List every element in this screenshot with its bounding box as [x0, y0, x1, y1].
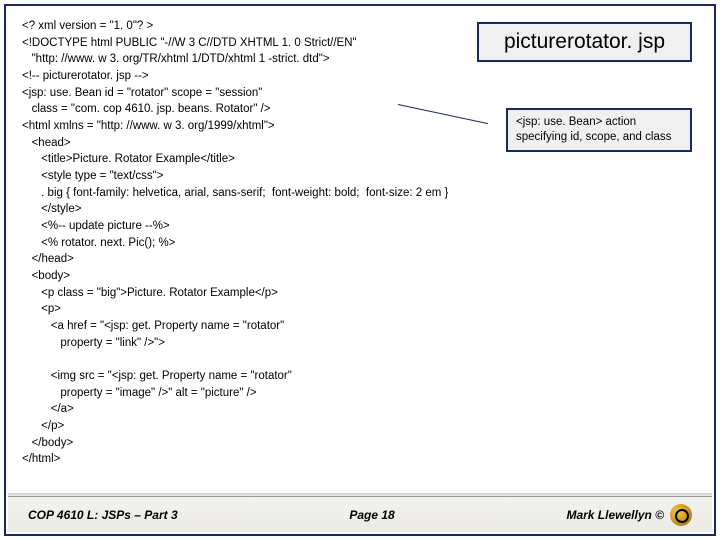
code-text: <? xml version = "1. 0"? > <!DOCTYPE htm…	[22, 18, 698, 468]
title-text: picturerotator. jsp	[504, 30, 665, 54]
code-block: <? xml version = "1. 0"? > <!DOCTYPE htm…	[22, 18, 698, 468]
footer-course: COP 4610 L: JSPs – Part 3	[28, 508, 178, 522]
footer-page: Page 18	[349, 508, 394, 522]
footer-author: Mark Llewellyn ©	[566, 508, 664, 522]
title-box: picturerotator. jsp	[477, 22, 692, 62]
footer-bar: COP 4610 L: JSPs – Part 3 Page 18 Mark L…	[8, 496, 712, 532]
callout-box: <jsp: use. Bean> action specifying id, s…	[506, 108, 692, 152]
ucf-logo-icon	[670, 504, 692, 526]
callout-text: <jsp: use. Bean> action specifying id, s…	[516, 116, 671, 143]
footer-left: COP 4610 L: JSPs – Part 3	[28, 508, 178, 522]
footer-center: Page 18	[349, 508, 394, 522]
footer-right: Mark Llewellyn ©	[566, 504, 692, 526]
